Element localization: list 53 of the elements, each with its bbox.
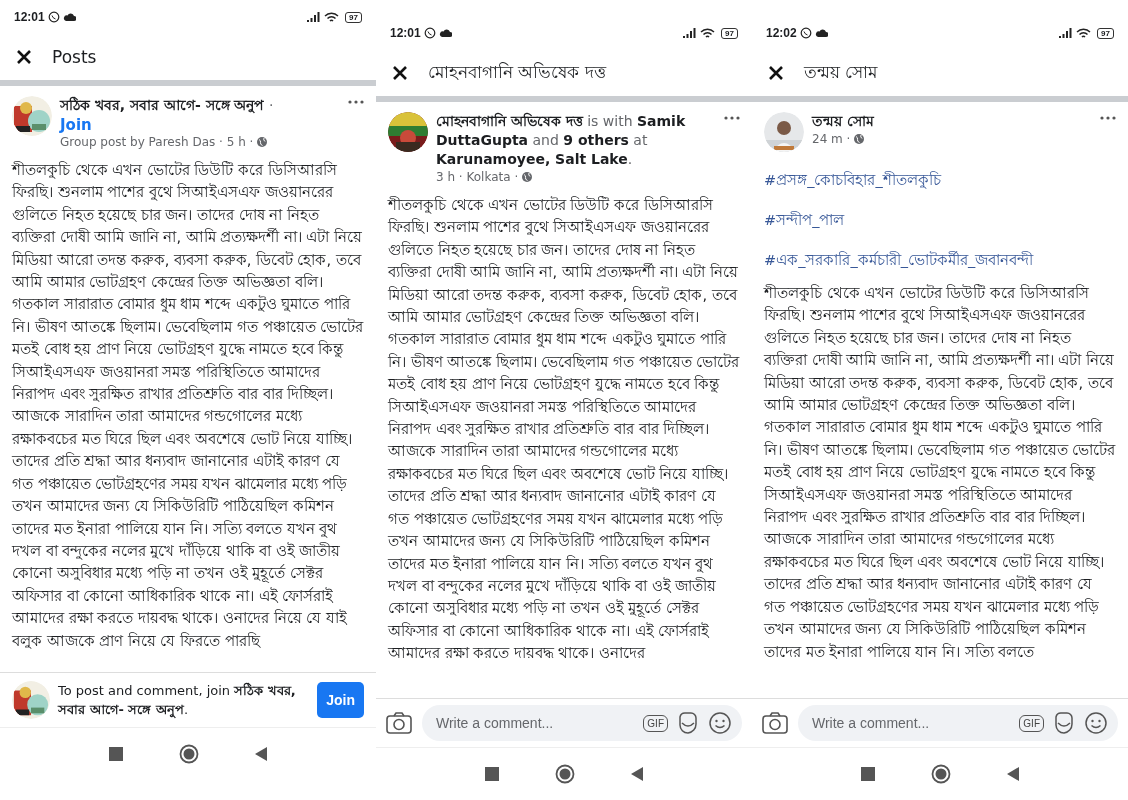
globe-icon <box>256 136 269 148</box>
hashtag-link[interactable]: #সন্দীপ_পাল <box>764 210 845 230</box>
back-triangle-icon[interactable] <box>631 767 643 781</box>
battery-indicator: 97 <box>1097 27 1114 39</box>
cloud-icon <box>438 28 452 38</box>
battery-indicator: 97 <box>721 27 738 39</box>
post-author-line: মোহনবাগানি অভিষেক দত্ত is with Samik DuttaGupta and 9 others at Karunamoyee, Salt Lake. <box>436 112 687 169</box>
emoji-icon[interactable] <box>1084 711 1108 735</box>
wifi-icon <box>1076 27 1092 39</box>
page-title: Posts <box>52 47 97 67</box>
join-button[interactable]: Join <box>317 682 364 718</box>
post-meta: Group post by Paresh Das · 5 h · <box>60 135 254 149</box>
page-title: মোহনবাগানি অভিষেক দত্ত <box>428 61 606 84</box>
comment-field[interactable]: Write a comment... GIF <box>422 705 742 741</box>
home-circle-icon[interactable] <box>179 744 199 764</box>
post-meta: 24 m · <box>812 132 851 146</box>
post-paragraph: গতকাল সারারাত বোমার ধুম ধাম শব্দে একটুও ঘুমাতে পারি নি। ভীষণ আতঙ্কে ছিলাম। ভেবেছিলাম গত পঞ্চায়েত ভোটের মতই বোধ হয় প্রাণ নিয়ে ভোটগ্রহণ যুদ্ধে নামতে হবে কিন্তু সিআইএসএফ জওয়ানরা সমস্ত পরিস্থিতিতে আমাদের নিরাপদ এবং সুরক্ষিত রাখার প্রতিশ্রুতি বার বার দিচ্ছিল। আজকে সারাদিন তারা আমাদের গন্ডগোলের মধ্যে রক্ষাকবচের মত ঘিরে ছিল এবং অবশেষে ভোট নিয়ে যাচ্ছি। তাদের প্রতি শ্রদ্ধা আর ধন্যবাদ জানানোর এটাই কারণ যে গত পঞ্চায়েত ভোটগ্রহণের সময় যখন ঝামেলার মধ্যে পড়ি তখন আমাদের জন্য যে সিকিউরিটি পাঠিয়েছিল কমিশন তাদের মত ইনারা পালিয়ে যান নি। সত্যি বলতে যখন বুথ দখল বা বন্দুকের নলের মুখে দাঁড়িয়ে থাকি বা ওই জাতীয় কোনো অসুবিধার মধ্যে পড়ি না তখন ওই মুহূর্তে সেক্টর অফিসার বা কোনো আধিকারিক থাকে না। এই ফোর্সরাই আমাদের রক্ষা করতে দায়বদ্ধ থাকে। ওনাদের <box>388 329 740 664</box>
back-triangle-icon[interactable] <box>255 747 267 761</box>
join-prompt-text: To post and comment, join সঠিক খবর, সবার আগে- সঙ্গে অনুপ. <box>58 681 297 719</box>
post-meta: 3 h · Kolkata · <box>436 170 519 184</box>
gif-button[interactable]: GIF <box>643 714 668 732</box>
clock-time: 12:02 <box>766 26 797 40</box>
home-circle-icon[interactable] <box>931 764 951 784</box>
post-paragraph: গতকাল সারারাত বোমার ধুম ধাম শব্দে একটুও ঘুমাতে পারি নি। ভীষণ আতঙ্কে ছিলাম। ভেবেছিলাম গত পঞ্চায়েত ভোটের মতই বোধ হয় প্রাণ নিয়ে ভোটগ্রহণ যুদ্ধে নামতে হবে কিন্তু সিআইএসএফ জওয়ানরা সমস্ত পরিস্থিতিতে আমাদের নিরাপদ এবং সুরক্ষিত রাখার প্রতিশ্রুতি বার বার দিচ্ছিল। আজকে সারাদিন তারা আমাদের গন্ডগোলের মধ্যে রক্ষাকবচের মত ঘিরে ছিল এবং অবশেষে ভোট নিয়ে যাচ্ছি। তাদের প্রতি শ্রদ্ধা আর ধন্যবাদ জানানোর এটাই কারণ যে গত পঞ্চায়েত ভোটগ্রহণের সময় যখন ঝামেলার মধ্যে পড়ি তখন আমাদের জন্য যে সিকিউরিটি পাঠিয়েছিল কমিশন তাদের মত ইনারা পালিয়ে যান নি। সত্যি বলতে <box>764 417 1116 662</box>
wifi-icon <box>700 27 716 39</box>
comment-field[interactable]: Write a comment... GIF <box>798 705 1118 741</box>
clock-time: 12:01 <box>390 26 421 40</box>
post-paragraph: শীতলকুচি থেকে এখন ভোটের ডিউটি করে ডিসিআরসি ফিরছি। শুনলাম পাশের বুথে সিআইএসএফ জওয়ানরের গুলিতে নিহত হয়েছে চার জন। তাদের দোষ না নিহত ব্যক্তিরা দোষী আমি জানি না, আমি প্রত্যক্ষদর্শী না। এটা নিয়ে মিডিয়া আরো তদন্ত করুক, ব্যবসা করুক, ডিবেট হোক, তবে আমি আমার ভোটগ্রহণ কেন্দ্রের তিক্ত অভিজ্ঞতা বলি। <box>12 160 364 293</box>
globe-icon <box>521 171 534 183</box>
hashtag-link[interactable]: #প্রসঙ্গ_কোচবিহার_শীতলকুচি <box>764 170 941 190</box>
back-triangle-icon[interactable] <box>1007 767 1019 781</box>
post-author-line: তন্ময় সোম <box>812 112 876 131</box>
post-paragraph: গতকাল সারারাত বোমার ধুম ধাম শব্দে একটুও ঘুমাতে পারি নি। ভীষণ আতঙ্কে ছিলাম। ভেবেছিলাম গত পঞ্চায়েত ভোটের মতই বোধ হয় প্রাণ নিয়ে ভোটগ্রহণ যুদ্ধে নামতে হবে কিন্তু সিআইএসএফ জওয়ানরা সমস্ত পরিস্থিতিতে আমাদের নিরাপদ এবং সুরক্ষিত রাখার প্রতিশ্রুতি বার বার দিচ্ছিল। আজকে সারাদিন তারা আমাদের গন্ডগোলের মধ্যে রক্ষাকবচের মত ঘিরে ছিল এবং অবশেষে ভোট নিয়ে যাচ্ছি। তাদের প্রতি শ্রদ্ধা আর ধন্যবাদ জানানোর এটাই কারণ যে গত পঞ্চায়েত ভোটগ্রহণের সময় যখন ঝামেলার মধ্যে পড়ি তখন আমাদের জন্য যে সিকিউরিটি পাঠিয়েছিল কমিশন তাদের মত ইনারা পালিয়ে যান নি। সত্যি বলতে যখন বুথ দখল বা বন্দুকের নলের মুখে দাঁড়িয়ে থাকি বা ওই জাতীয় কোনো অসুবিধার মধ্যে পড়ি না তখন ওই মুহূর্তে সেক্টর অফিসার বা কোনো আধিকারিক থাকে না। এই ফোর্সরাই আমাদের রক্ষা করতে দায়বদ্ধ থাকে। ওনাদের নিয়ে যে যাই বলুক আজকে প্রাণ নিয়ে যে ফিরতে পারছি <box>12 294 364 651</box>
post-paragraph: শীতলকুচি থেকে এখন ভোটের ডিউটি করে ডিসিআরসি ফিরছি। শুনলাম পাশের বুথে সিআইএসএফ জওয়ানরের গুলিতে নিহত হয়েছে চার জন। তাদের দোষ না নিহত ব্যক্তিরা দোষী আমি জানি না, আমি প্রত্যক্ষদর্শী না। এটা নিয়ে মিডিয়া আরো তদন্ত করুক, ব্যবসা করুক, ডিবেট হোক, তবে আমি আমার ভোটগ্রহণ কেন্দ্রের তিক্ত অভিজ্ঞতা বলি। <box>764 283 1116 416</box>
post-paragraph: শীতলকুচি থেকে এখন ভোটের ডিউটি করে ডিসিআরসি ফিরছি। শুনলাম পাশের বুথে সিআইএসএফ জওয়ানরের গুলিতে নিহত হয়েছে চার জন। তাদের দোষ না নিহত ব্যক্তিরা দোষী আমি জানি না, আমি প্রত্যক্ষদর্শী না। এটা নিয়ে মিডিয়া আরো তদন্ত করুক, ব্যবসা করুক, ডিবেট হোক, তবে আমি আমার ভোটগ্রহণ কেন্দ্রের তিক্ত অভিজ্ঞতা বলি। <box>388 195 740 328</box>
gif-button[interactable]: GIF <box>1019 714 1044 732</box>
home-circle-icon[interactable] <box>555 764 575 784</box>
hashtag-link[interactable]: #এক_সরকারি_কর্মচারী_ভোটকর্মীর_জবানবন্দী <box>764 250 1034 270</box>
cloud-icon <box>62 12 76 22</box>
globe-icon <box>853 133 866 145</box>
cloud-icon <box>814 28 828 38</box>
wifi-icon <box>324 11 340 23</box>
clock-time: 12:01 <box>14 10 45 24</box>
join-link[interactable]: Join <box>60 116 92 134</box>
post-author-line: সঠিক খবর, সবার আগে- সঙ্গে অনুপ · <box>60 96 275 115</box>
signal-icon <box>307 12 322 22</box>
signal-icon <box>683 28 698 38</box>
signal-icon <box>1059 28 1074 38</box>
sticker-icon[interactable] <box>676 711 700 735</box>
sticker-icon[interactable] <box>1052 711 1076 735</box>
battery-indicator: 97 <box>345 11 362 23</box>
page-title: তন্ময় সোম <box>804 61 878 84</box>
emoji-icon[interactable] <box>708 711 732 735</box>
